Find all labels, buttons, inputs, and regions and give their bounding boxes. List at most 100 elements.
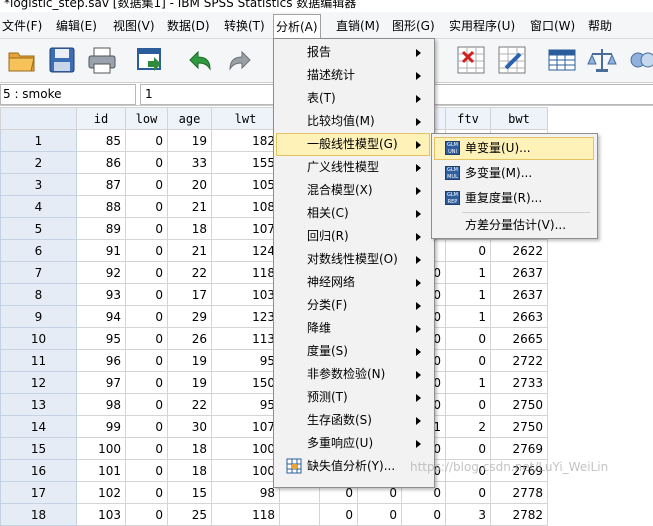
grid-cell[interactable]: 100 (211, 459, 280, 482)
menu-data[interactable]: 数据(D) (165, 16, 212, 36)
grid-cell[interactable]: 0 (125, 239, 168, 262)
grid-cell[interactable]: 0 (125, 327, 168, 350)
row-header[interactable]: 4 (0, 195, 77, 218)
menu-item-forecasting[interactable]: 预测(T) (274, 386, 434, 409)
row-header[interactable]: 14 (0, 415, 77, 438)
split-file-icon[interactable] (455, 44, 487, 76)
grid-cell[interactable]: 91 (76, 239, 126, 262)
grid-cell[interactable]: 0 (319, 503, 358, 526)
menu-item-dimension-reduction[interactable]: 降维 (274, 317, 434, 340)
grid-cell[interactable]: 86 (76, 151, 126, 174)
grid-cell[interactable]: 85 (76, 129, 126, 152)
grid-cell[interactable]: 99 (76, 415, 126, 438)
grid-cell[interactable]: 19 (167, 129, 212, 152)
grid-cell[interactable]: 0 (445, 481, 491, 504)
grid-cell[interactable]: 0 (125, 503, 168, 526)
grid-cell[interactable]: 2 (445, 415, 491, 438)
select-cases-icon[interactable] (496, 44, 528, 76)
menu-direct-marketing[interactable]: 直销(M) (334, 16, 382, 36)
grid-cell[interactable]: 2733 (490, 371, 548, 394)
menu-item-mixed-models[interactable]: 混合模型(X) (274, 179, 434, 202)
save-icon[interactable] (46, 44, 78, 76)
column-header[interactable]: id (76, 107, 126, 130)
grid-cell[interactable]: 2622 (490, 239, 548, 262)
grid-cell[interactable]: 103 (211, 283, 280, 306)
grid-cell[interactable]: 182 (211, 129, 280, 152)
grid-cell[interactable]: 26 (167, 327, 212, 350)
grid-cell[interactable]: 96 (76, 349, 126, 372)
grid-cell[interactable]: 2637 (490, 283, 548, 306)
grid-cell[interactable]: 0 (125, 371, 168, 394)
grid-cell[interactable]: 93 (76, 283, 126, 306)
column-header[interactable]: lwt (211, 107, 280, 130)
menu-graphs[interactable]: 图形(G) (390, 16, 437, 36)
menu-item-scale[interactable]: 度量(S) (274, 340, 434, 363)
grid-cell[interactable]: 33 (167, 151, 212, 174)
menu-item-general-linear-model[interactable]: 一般线性模型(G) (274, 133, 434, 156)
grid-cell[interactable]: 118 (211, 503, 280, 526)
grid-cell[interactable]: 95 (211, 349, 280, 372)
undo-icon[interactable] (184, 44, 216, 76)
row-header[interactable]: 1 (0, 129, 77, 152)
submenu-item-variance-components[interactable]: 方差分量估计(V)... (432, 214, 597, 237)
grid-cell[interactable]: 0 (357, 503, 402, 526)
grid-cell[interactable]: 0 (125, 459, 168, 482)
grid-cell[interactable]: 107 (211, 217, 280, 240)
menu-transform[interactable]: 转换(T) (222, 16, 267, 36)
print-icon[interactable] (86, 44, 118, 76)
grid-cell[interactable]: 150 (211, 371, 280, 394)
row-header[interactable]: 17 (0, 481, 77, 504)
grid-cell[interactable]: 18 (167, 459, 212, 482)
grid-cell[interactable]: 102 (76, 481, 126, 504)
value-labels-icon[interactable] (546, 44, 578, 76)
menu-item-tables[interactable]: 表(T) (274, 87, 434, 110)
menu-utilities[interactable]: 实用程序(U) (447, 16, 517, 36)
menu-item-descriptive-statistics[interactable]: 描述统计 (274, 64, 434, 87)
grid-cell[interactable]: 95 (76, 327, 126, 350)
grid-cell[interactable]: 101 (76, 459, 126, 482)
row-header[interactable]: 2 (0, 151, 77, 174)
grid-cell[interactable]: 88 (76, 195, 126, 218)
grid-cell[interactable]: 0 (125, 173, 168, 196)
grid-cell[interactable]: 87 (76, 173, 126, 196)
grid-cell[interactable]: 21 (167, 195, 212, 218)
grid-cell[interactable]: 2663 (490, 305, 548, 328)
menu-item-generalized-linear-models[interactable]: 广义线性模型 (274, 156, 434, 179)
grid-cell[interactable]: 92 (76, 261, 126, 284)
menu-item-nonparametric-tests[interactable]: 非参数检验(N) (274, 363, 434, 386)
row-header[interactable]: 8 (0, 283, 77, 306)
grid-cell[interactable]: 155 (211, 151, 280, 174)
grid-cell[interactable]: 89 (76, 217, 126, 240)
grid-cell[interactable]: 98 (211, 481, 280, 504)
row-header[interactable]: 18 (0, 503, 77, 526)
grid-cell[interactable]: 124 (211, 239, 280, 262)
menu-analyze[interactable]: 分析(A) (273, 14, 321, 39)
menu-item-reports[interactable]: 报告 (274, 41, 434, 64)
grid-cell[interactable]: 20 (167, 173, 212, 196)
dialog-recall-icon[interactable] (134, 44, 166, 76)
grid-cell[interactable]: 29 (167, 305, 212, 328)
grid-cell[interactable]: 0 (125, 305, 168, 328)
grid-cell[interactable]: 0 (125, 415, 168, 438)
grid-cell[interactable]: 0 (125, 217, 168, 240)
column-header[interactable]: low (125, 107, 168, 130)
grid-cell[interactable]: 100 (211, 437, 280, 460)
menu-item-neural-networks[interactable]: 神经网络 (274, 271, 434, 294)
grid-cell[interactable]: 2722 (490, 349, 548, 372)
grid-cell[interactable]: 25 (167, 503, 212, 526)
menu-item-survival[interactable]: 生存函数(S) (274, 409, 434, 432)
grid-cell[interactable]: 98 (76, 393, 126, 416)
row-header[interactable]: 12 (0, 371, 77, 394)
grid-cell[interactable]: 21 (167, 239, 212, 262)
grid-cell[interactable]: 22 (167, 261, 212, 284)
grid-cell[interactable]: 105 (211, 173, 280, 196)
grid-cell[interactable]: 0 (125, 283, 168, 306)
grid-cell[interactable]: 118 (211, 261, 280, 284)
grid-cell[interactable]: 17 (167, 283, 212, 306)
grid-cell[interactable]: 0 (445, 437, 491, 460)
grid-cell[interactable]: 0 (125, 129, 168, 152)
grid-cell[interactable]: 0 (445, 327, 491, 350)
grid-cell[interactable]: 1 (445, 305, 491, 328)
grid-cell[interactable]: 2769 (490, 437, 548, 460)
grid-cell[interactable]: 97 (76, 371, 126, 394)
